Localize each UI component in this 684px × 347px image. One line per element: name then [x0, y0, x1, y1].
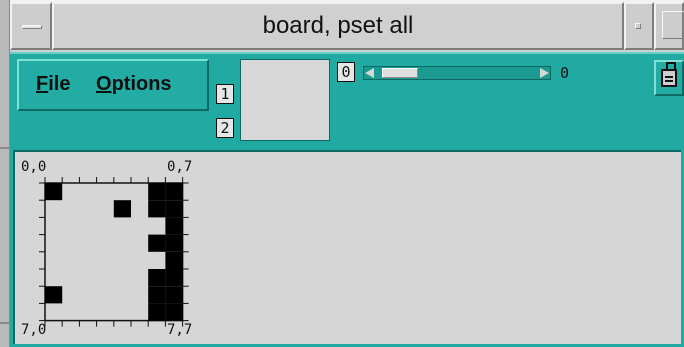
window-title[interactable]: board, pset all	[52, 2, 624, 50]
board-cell	[165, 217, 183, 235]
maximize-button[interactable]	[654, 2, 684, 50]
slider-left-arrow-icon[interactable]	[365, 68, 374, 78]
board-cell	[148, 303, 166, 321]
board-cell	[148, 269, 166, 287]
window-menu-icon	[22, 25, 42, 29]
board-cell	[165, 234, 183, 252]
board-cell	[165, 183, 183, 201]
slider-right-arrow-icon[interactable]	[540, 68, 549, 78]
board-cell	[148, 286, 166, 304]
board-cell	[165, 303, 183, 321]
menu-bar: File Options	[17, 59, 209, 111]
frame-notch	[0, 322, 9, 324]
control-panel: File Options 1 2 0 0	[10, 52, 684, 146]
board-cell	[148, 200, 166, 218]
maximize-icon	[662, 11, 684, 39]
slider-value: 0	[560, 64, 570, 82]
slider-thumb[interactable]	[382, 68, 418, 78]
preview-box	[240, 59, 330, 141]
window-frame-left	[0, 0, 10, 347]
board-cell	[165, 200, 183, 218]
title-bar: board, pset all	[10, 0, 684, 52]
file-menu-label: ile	[48, 73, 71, 95]
board-cell	[148, 234, 166, 252]
frame-notch	[0, 147, 9, 149]
board-cell	[165, 269, 183, 287]
board-cell	[148, 183, 166, 201]
options-menu[interactable]: Options	[96, 73, 172, 96]
board-cell	[165, 251, 183, 269]
board-area: 0,0 0,7 7,0 7,7	[10, 146, 684, 347]
board-grid[interactable]	[15, 152, 215, 342]
file-menu-mnemonic: F	[36, 73, 49, 95]
options-menu-label: ptions	[111, 73, 172, 95]
board-cell	[165, 286, 183, 304]
board-canvas[interactable]: 0,0 0,7 7,0 7,7	[13, 150, 681, 344]
lock-button[interactable]	[654, 60, 684, 96]
toggle-1[interactable]: 1	[216, 84, 234, 104]
file-menu[interactable]: File	[36, 73, 70, 96]
options-menu-mnemonic: O	[96, 73, 112, 95]
window-menu-button[interactable]	[10, 2, 52, 50]
lock-icon	[661, 62, 677, 87]
toggle-2[interactable]: 2	[216, 118, 234, 138]
minimize-button[interactable]	[624, 2, 654, 50]
board-cell	[45, 286, 63, 304]
value-slider[interactable]	[363, 66, 551, 80]
minimize-icon	[635, 23, 641, 29]
board-cell	[113, 200, 131, 218]
board-cell	[45, 183, 63, 201]
toggle-0[interactable]: 0	[337, 62, 355, 82]
